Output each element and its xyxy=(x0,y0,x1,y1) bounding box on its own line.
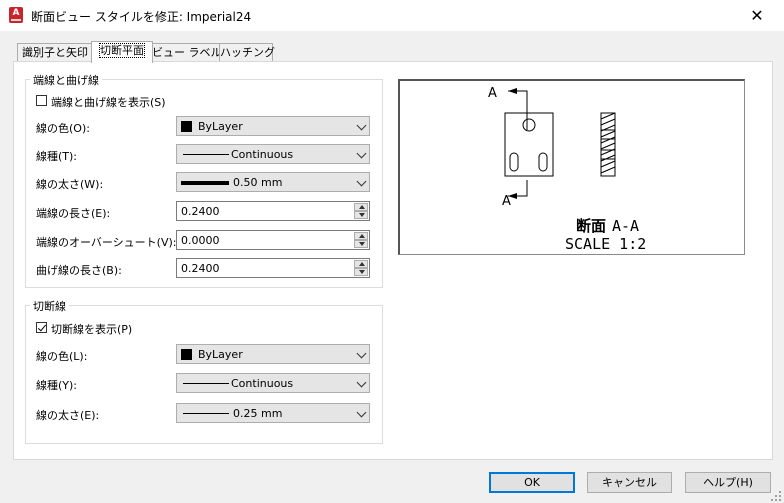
show-cutting-plane-lines-label: 切断線を表示(P) xyxy=(51,323,133,336)
app-icon: A xyxy=(9,7,23,23)
section-scale-text: SCALE 1:2 xyxy=(565,235,646,253)
cutting-plane-lines-group-label: 切断線 xyxy=(30,298,69,314)
lineweight-sample xyxy=(181,181,229,185)
close-icon[interactable]: ✕ xyxy=(746,5,768,27)
cutting-line-linetype-label: 線種(Y): xyxy=(36,379,78,392)
chevron-down-icon xyxy=(356,348,367,359)
end-line-lineweight-label: 線の太さ(W): xyxy=(36,178,104,191)
part-slot-right xyxy=(538,152,548,172)
arrow-top-icon xyxy=(508,88,517,94)
tab-view-label[interactable]: ビュー ラベル xyxy=(151,43,222,62)
lineweight-sample xyxy=(183,413,229,414)
bend-line-length-input[interactable]: 0.2400 xyxy=(176,258,370,278)
bend-line-length-value: 0.2400 xyxy=(181,262,220,275)
cutting-line-lineweight-label: 線の太さ(E): xyxy=(36,409,100,422)
end-line-overshoot-label: 端線のオーバーシュート(V): xyxy=(36,236,177,249)
spin-down-icon[interactable] xyxy=(354,211,368,219)
chevron-down-icon xyxy=(356,120,367,131)
chevron-down-icon xyxy=(356,377,367,388)
section-label-bottom: A xyxy=(502,194,511,209)
cancel-button[interactable]: キャンセル xyxy=(587,472,672,493)
chevron-down-icon xyxy=(356,176,367,187)
chevron-down-icon xyxy=(356,148,367,159)
part-slot-left xyxy=(509,152,519,172)
chevron-down-icon xyxy=(356,407,367,418)
linetype-sample xyxy=(183,154,229,155)
window-title: 断面ビュー スタイルを修正: Imperial24 xyxy=(31,10,252,24)
tab-cutting-plane[interactable]: 切断平面 xyxy=(91,41,153,63)
tab-label: ビュー ラベル xyxy=(152,46,222,59)
show-end-bend-lines-checkbox[interactable] xyxy=(36,95,47,106)
app-icon-letter: A xyxy=(12,8,20,18)
cutting-line-lineweight-value: 0.25 mm xyxy=(233,407,283,420)
cutting-line-lineweight-dropdown[interactable]: 0.25 mm xyxy=(176,403,370,423)
section-label-top: A xyxy=(488,86,497,101)
end-line-lineweight-value: 0.50 mm xyxy=(233,176,283,189)
spin-up-icon[interactable] xyxy=(354,260,368,268)
tab-hatching[interactable]: ハッチング xyxy=(219,43,275,62)
cutting-line-color-label: 線の色(L): xyxy=(36,350,88,363)
spin-up-icon[interactable] xyxy=(354,203,368,211)
tab-identifiers-arrows[interactable]: 識別子と矢印 xyxy=(17,43,93,62)
preview-pane: A A 断面 A-A SCALE 1:2 xyxy=(398,79,745,255)
end-bend-lines-group-label: 端線と曲げ線 xyxy=(30,72,102,88)
cutting-line-linetype-dropdown[interactable]: Continuous xyxy=(176,373,370,393)
bend-line-length-label: 曲げ線の長さ(B): xyxy=(36,264,122,277)
cutting-line-top xyxy=(508,90,528,130)
part-front-view xyxy=(504,112,554,177)
end-line-length-label: 端線の長さ(E): xyxy=(36,207,111,220)
spin-up-icon[interactable] xyxy=(354,232,368,240)
end-line-color-value: ByLayer xyxy=(198,120,243,133)
title-bar: A 断面ビュー スタイルを修正: Imperial24 ✕ xyxy=(0,0,784,31)
section-preview-drawing: A A 断面 A-A SCALE 1:2 xyxy=(488,86,646,253)
color-swatch xyxy=(181,121,192,132)
show-cutting-plane-lines-checkbox[interactable] xyxy=(36,322,47,333)
help-button[interactable]: ヘルプ(H) xyxy=(685,472,771,493)
end-line-color-dropdown[interactable]: ByLayer xyxy=(176,116,370,136)
end-line-overshoot-value: 0.0000 xyxy=(181,234,220,247)
resize-grip-icon[interactable] xyxy=(770,490,782,502)
end-line-linetype-dropdown[interactable]: Continuous xyxy=(176,144,370,164)
cutting-line-linetype-value: Continuous xyxy=(231,377,294,390)
tab-label: ハッチング xyxy=(220,46,275,59)
tab-label: 切断平面 xyxy=(99,43,145,58)
color-swatch xyxy=(181,349,192,360)
end-line-linetype-label: 線種(T): xyxy=(36,150,78,163)
cutting-line-color-value: ByLayer xyxy=(198,348,243,361)
tab-label: 識別子と矢印 xyxy=(22,46,88,59)
section-caption-id: A-A xyxy=(612,217,639,235)
end-line-length-value: 0.2400 xyxy=(181,205,220,218)
linetype-sample xyxy=(183,383,229,384)
end-line-length-input[interactable]: 0.2400 xyxy=(176,201,370,221)
end-line-color-label: 線の色(O): xyxy=(36,122,90,135)
end-line-overshoot-input[interactable]: 0.0000 xyxy=(176,230,370,250)
section-caption-title: 断面 xyxy=(576,217,606,235)
show-end-bend-lines-label: 端線と曲げ線を表示(S) xyxy=(51,96,166,109)
spin-down-icon[interactable] xyxy=(354,240,368,248)
cutting-line-color-dropdown[interactable]: ByLayer xyxy=(176,344,370,364)
spin-down-icon[interactable] xyxy=(354,268,368,276)
ok-button[interactable]: OK xyxy=(489,472,575,493)
end-line-lineweight-dropdown[interactable]: 0.50 mm xyxy=(176,172,370,192)
hatching xyxy=(600,112,616,174)
part-hole xyxy=(522,118,536,132)
end-line-linetype-value: Continuous xyxy=(231,148,294,161)
